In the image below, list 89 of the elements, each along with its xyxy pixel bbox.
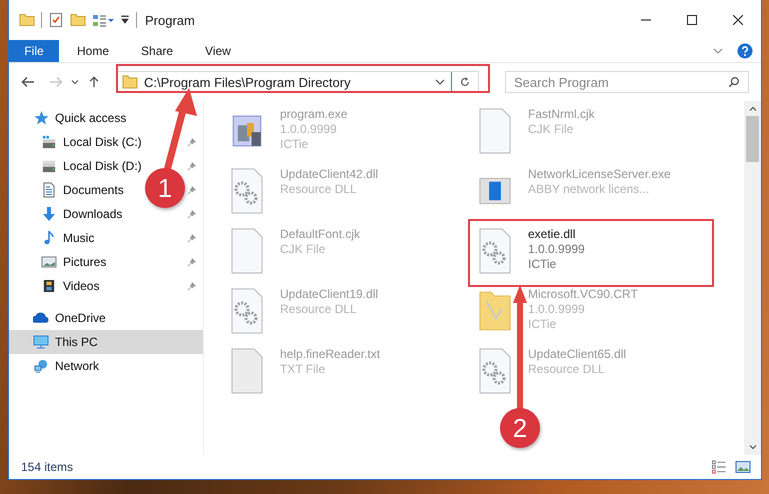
file-detail: CJK File <box>280 242 326 257</box>
nav-item[interactable]: Pictures <box>9 250 114 274</box>
file-name: help.fineReader.txt <box>280 347 380 362</box>
file-tab[interactable]: File <box>9 40 59 62</box>
file-detail: ICTie <box>280 137 310 152</box>
nav-item[interactable]: Downloads <box>9 202 130 226</box>
file-icon <box>231 228 263 274</box>
nav-item[interactable]: Music <box>9 226 102 250</box>
ribbon-tab[interactable]: Home <box>63 40 124 62</box>
download-icon <box>41 207 57 221</box>
back-icon[interactable] <box>21 76 35 88</box>
ribbon-tab[interactable]: View <box>191 40 245 62</box>
scrollbar[interactable] <box>744 101 761 455</box>
nav-item[interactable]: Quick access <box>9 106 134 130</box>
file-detail: CJK File <box>528 122 574 137</box>
nav-item[interactable]: Network <box>9 354 108 378</box>
chevron-icon[interactable] <box>713 48 723 54</box>
item-count: 154 items <box>21 460 74 474</box>
up-icon[interactable] <box>87 76 101 88</box>
scroll-thumb[interactable] <box>746 116 759 162</box>
maximize-icon <box>687 15 697 25</box>
film-icon <box>43 278 55 294</box>
help-icon[interactable] <box>737 43 753 59</box>
pin-icon[interactable] <box>187 209 197 219</box>
checklist-icon[interactable] <box>48 13 64 27</box>
file-name: UpdateClient42.dll <box>280 167 378 182</box>
nav-item[interactable]: OneDrive <box>9 306 114 330</box>
gear-file-icon <box>231 288 263 334</box>
pin-icon[interactable] <box>187 281 197 291</box>
view-options-icon[interactable] <box>92 14 114 26</box>
pin-icon[interactable] <box>187 257 197 267</box>
file-name: UpdateClient65.dll <box>528 347 626 362</box>
scroll-down-icon[interactable] <box>748 444 756 450</box>
new-folder-icon[interactable] <box>70 13 86 27</box>
file-detail: TXT File <box>280 362 326 377</box>
file-name: FastNrml.cjk <box>528 107 595 122</box>
cloud-icon <box>33 312 49 324</box>
music-note-icon <box>43 230 55 246</box>
file-detail: 1.0.0.9999 <box>528 302 586 317</box>
window-title: Program <box>145 12 195 28</box>
pin-icon[interactable] <box>187 161 197 171</box>
close-icon <box>733 15 743 25</box>
file-detail: Resource DLL <box>528 362 606 377</box>
search-field[interactable]: Search Program <box>505 71 749 93</box>
text-file-icon <box>231 348 263 394</box>
file-name: program.exe <box>280 107 348 122</box>
image-icon <box>41 256 57 268</box>
nav-item[interactable]: This PC <box>9 330 203 354</box>
file-icon <box>479 108 511 154</box>
folder-icon[interactable] <box>19 13 35 27</box>
caret-icon[interactable] <box>71 79 79 85</box>
file-detail: ABBY network licens... <box>528 182 650 197</box>
file-name: exetie.dll <box>528 227 576 242</box>
monitor-icon <box>33 335 49 349</box>
file-name: NetworkLicenseServer.exe <box>528 167 671 182</box>
file-detail: ICTie <box>528 317 558 332</box>
file-detail: 1.0.0.9999 <box>528 242 585 257</box>
file-name: UpdateClient19.dll <box>280 287 378 302</box>
pin-icon[interactable] <box>187 137 197 147</box>
file-item[interactable]: exetie.dll 1.0.0.9999 ICTie <box>472 223 589 283</box>
file-detail: Resource DLL <box>280 302 358 317</box>
details-view-icon[interactable] <box>711 460 727 474</box>
gear-file-icon <box>479 228 511 274</box>
document-icon <box>43 182 55 198</box>
file-name: DefaultFont.cjk <box>280 227 360 242</box>
star-icon <box>33 111 49 125</box>
file-name: Microsoft.VC90.CRT <box>528 287 638 302</box>
ribbon-tab[interactable]: Share <box>127 40 188 62</box>
pin-icon[interactable] <box>187 233 197 243</box>
network-icon <box>33 359 49 373</box>
drive-icon <box>41 135 57 149</box>
gear-file-icon <box>479 348 511 394</box>
nav-item[interactable]: Documents <box>9 178 132 202</box>
nav-item[interactable]: Videos <box>9 274 108 298</box>
nav-item[interactable]: Local Disk (C:) <box>9 130 150 154</box>
file-detail: Resource DLL <box>280 182 358 197</box>
minimize-icon <box>641 19 651 21</box>
customize-caret-icon[interactable] <box>120 15 130 25</box>
gear-file-icon <box>231 168 263 214</box>
folder-icon <box>122 75 138 89</box>
pin-icon[interactable] <box>187 185 197 195</box>
scroll-up-icon[interactable] <box>748 106 756 112</box>
file-detail: ICTie <box>528 257 558 272</box>
file-detail: 1.0.0.9999 <box>280 122 338 137</box>
search-icon[interactable] <box>727 76 741 88</box>
refresh-icon[interactable] <box>458 76 472 88</box>
large-icons-view-icon[interactable] <box>735 460 751 474</box>
dropdown-icon[interactable] <box>435 79 445 85</box>
drive-icon <box>41 159 57 173</box>
